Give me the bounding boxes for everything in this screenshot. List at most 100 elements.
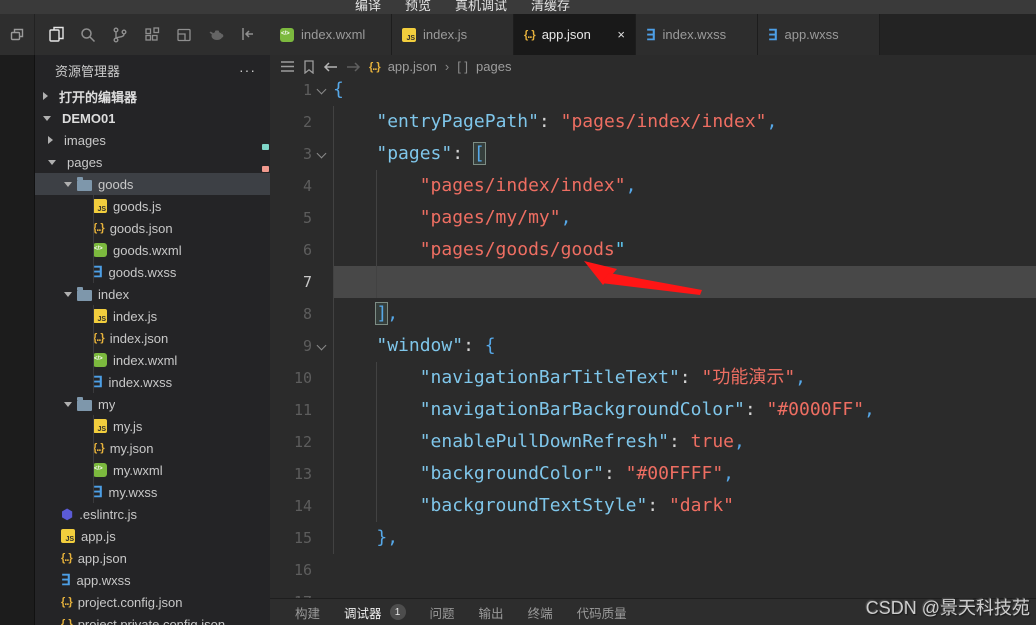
code-line-content: "navigationBarTitleText": "功能演示", xyxy=(333,362,1036,394)
code-token: "navigationBarTitleText" xyxy=(419,367,680,388)
panel-tab-debugger[interactable]: 调试器 1 xyxy=(344,603,406,622)
menu-preview[interactable]: 预览 xyxy=(393,0,443,14)
forward-arrow-icon[interactable] xyxy=(346,61,361,73)
breadcrumb-node[interactable]: pages xyxy=(476,59,511,74)
tree-item-goods-js[interactable]: goods.js xyxy=(35,195,270,217)
code-token: : xyxy=(538,111,561,132)
tree-item-pages[interactable]: pages xyxy=(35,151,270,173)
code-line-14[interactable]: 14 "backgroundTextStyle": "dark" xyxy=(270,490,1036,522)
tree-item-goods-json[interactable]: goods.json xyxy=(35,217,270,239)
chevron-down-icon[interactable] xyxy=(64,401,72,407)
code-line-5[interactable]: 5 "pages/my/my", xyxy=(270,202,1036,234)
code-line-3[interactable]: 3 "pages": [ xyxy=(270,138,1036,170)
folder-icon xyxy=(77,286,92,301)
code-line-15[interactable]: 15 }, xyxy=(270,522,1036,554)
tree-item-index-json[interactable]: index.json xyxy=(35,327,270,349)
code-line-11[interactable]: 11 "navigationBarBackgroundColor": "#000… xyxy=(270,394,1036,426)
tree-item-app-wxss[interactable]: app.wxss xyxy=(35,569,270,591)
tree-item-app-json[interactable]: app.json xyxy=(35,547,270,569)
tree-item-my[interactable]: my xyxy=(35,393,270,415)
tree-item-my-json[interactable]: my.json xyxy=(35,437,270,459)
code-line-12[interactable]: 12 "enablePullDownRefresh": true, xyxy=(270,426,1036,458)
code-line-1[interactable]: 1{ xyxy=(270,78,1036,106)
code-line-9[interactable]: 9 "window": { xyxy=(270,330,1036,362)
source-control-icon xyxy=(113,27,127,42)
source-control-button[interactable] xyxy=(105,20,135,50)
tree-item-goods[interactable]: goods xyxy=(35,173,270,195)
tab-close-icon[interactable]: × xyxy=(617,27,625,42)
menu-device-debug[interactable]: 真机调试 xyxy=(443,0,519,14)
chevron-down-icon[interactable] xyxy=(48,159,56,165)
tab-app-wxss[interactable]: app.wxss xyxy=(758,14,880,55)
panel-tab-terminal[interactable]: 终端 xyxy=(528,603,553,622)
package-button[interactable] xyxy=(169,20,199,50)
tree-item-goods-wxml[interactable]: goods.wxml xyxy=(35,239,270,261)
fold-chevron-icon[interactable] xyxy=(312,330,333,362)
tree-item-label: my.wxml xyxy=(113,462,163,478)
tree-item-project-config-json[interactable]: project.config.json xyxy=(35,591,270,613)
panel-tab-build[interactable]: 构建 xyxy=(295,603,320,622)
chevron-down-icon[interactable] xyxy=(64,291,72,297)
fold-chevron-icon[interactable] xyxy=(312,78,333,106)
tab-index-wxml[interactable]: index.wxml xyxy=(270,14,392,55)
explorer-more-button[interactable]: ··· xyxy=(239,62,256,78)
chevron-right-icon[interactable] xyxy=(43,92,48,100)
fold-chevron-icon[interactable] xyxy=(312,138,333,170)
extensions-button[interactable] xyxy=(137,20,167,50)
panel-tab-problems[interactable]: 问题 xyxy=(430,603,455,622)
tree-item-project-private-config-json[interactable]: project.private.config.json xyxy=(35,613,270,625)
tree-item-index-js[interactable]: index.js xyxy=(35,305,270,327)
breadcrumb-file[interactable]: app.json xyxy=(388,59,437,74)
tree-item-app-js[interactable]: app.js xyxy=(35,525,270,547)
teapot-button[interactable] xyxy=(201,20,231,50)
line-number: 3 xyxy=(302,145,312,163)
chevron-down-icon[interactable] xyxy=(64,181,72,187)
code-token: [ xyxy=(472,142,486,165)
tree-item--eslintrc-js[interactable]: .eslintrc.js xyxy=(35,503,270,525)
wxml-icon xyxy=(280,27,294,42)
code-line-8[interactable]: 8 ], xyxy=(270,298,1036,330)
outline-icon[interactable] xyxy=(280,60,295,73)
bookmark-icon[interactable] xyxy=(303,59,315,74)
tree-item-my-wxml[interactable]: my.wxml xyxy=(35,459,270,481)
tree-item-index-wxml[interactable]: index.wxml xyxy=(35,349,270,371)
collapse-sidebar-button[interactable] xyxy=(232,19,262,49)
tab-app-json[interactable]: app.json × xyxy=(514,14,636,55)
tree-item-images[interactable]: images xyxy=(35,129,270,151)
code-line-7[interactable]: 7 xyxy=(270,266,1036,298)
tree-item-my-js[interactable]: my.js xyxy=(35,415,270,437)
panel-tab-code-quality[interactable]: 代码质量 xyxy=(577,603,627,622)
tree-item-index-wxss[interactable]: index.wxss xyxy=(35,371,270,393)
tab-label: app.json xyxy=(541,27,591,42)
eslint-icon xyxy=(61,506,73,523)
menu-clear-cache[interactable]: 清缓存 xyxy=(519,0,582,14)
breadcrumb[interactable]: {..} app.json › [ ] pages xyxy=(270,55,1036,78)
tree-item-index[interactable]: index xyxy=(35,283,270,305)
code-line-6[interactable]: 6 "pages/goods/goods" xyxy=(270,234,1036,266)
code-line-16[interactable]: 16 xyxy=(270,554,1036,586)
tree-item-打开的编辑器[interactable]: 打开的编辑器 xyxy=(35,85,270,107)
search-button[interactable] xyxy=(73,20,103,50)
menu-compile[interactable]: 编译 xyxy=(343,0,393,14)
chevron-right-icon[interactable] xyxy=(48,136,53,144)
code-line-2[interactable]: 2 "entryPagePath": "pages/index/index", xyxy=(270,106,1036,138)
code-editor[interactable]: 1{2 "entryPagePath": "pages/index/index"… xyxy=(270,78,1036,598)
code-token: "功能演示" xyxy=(701,367,796,388)
simulator-toggle-button[interactable] xyxy=(0,14,35,55)
tab-index-js[interactable]: index.js xyxy=(392,14,514,55)
code-line-13[interactable]: 13 "backgroundColor": "#00FFFF", xyxy=(270,458,1036,490)
tree-item-my-wxss[interactable]: my.wxss xyxy=(35,481,270,503)
tree-item-goods-wxss[interactable]: goods.wxss xyxy=(35,261,270,283)
chevron-down-icon[interactable] xyxy=(43,115,51,121)
back-arrow-icon[interactable] xyxy=(323,61,338,73)
activity-strip xyxy=(0,55,35,625)
code-line-10[interactable]: 10 "navigationBarTitleText": "功能演示", xyxy=(270,362,1036,394)
files-button[interactable] xyxy=(41,20,71,50)
code-line-4[interactable]: 4 "pages/index/index", xyxy=(270,170,1036,202)
panel-tab-output[interactable]: 输出 xyxy=(479,603,504,622)
code-token: , xyxy=(766,111,778,132)
tab-index-wxss[interactable]: index.wxss xyxy=(636,14,758,55)
line-gutter: 14 xyxy=(270,490,333,522)
tree-item-DEMO01[interactable]: DEMO01 xyxy=(35,107,270,129)
